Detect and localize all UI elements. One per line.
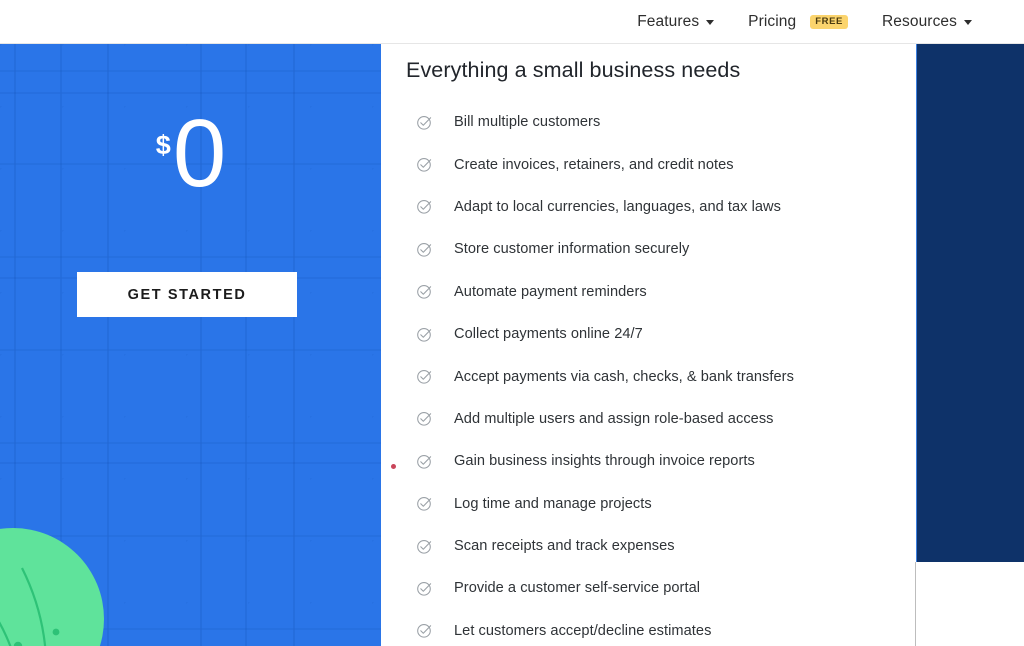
list-item: Add multiple users and assign role-based… bbox=[406, 398, 916, 440]
check-circle-icon bbox=[416, 368, 433, 385]
right-navy-panel bbox=[916, 44, 1024, 562]
list-item: Log time and manage projects bbox=[406, 483, 916, 525]
check-circle-icon bbox=[416, 283, 433, 300]
list-item: Bill multiple customers bbox=[406, 101, 916, 143]
check-circle-icon bbox=[416, 453, 433, 470]
list-item-label: Adapt to local currencies, languages, an… bbox=[454, 198, 781, 215]
leaf-contour-lines-icon bbox=[0, 567, 60, 646]
nav-item-features-label: Features bbox=[637, 12, 700, 30]
check-circle-icon bbox=[416, 622, 433, 639]
check-circle-icon bbox=[416, 580, 433, 597]
page-title: Everything a small business needs bbox=[406, 58, 741, 82]
list-item: Provide a customer self-service portal bbox=[406, 567, 916, 609]
nav-item-resources-label: Resources bbox=[882, 12, 957, 30]
list-item: Collect payments online 24/7 bbox=[406, 313, 916, 355]
list-item-label: Automate payment reminders bbox=[454, 283, 647, 300]
feature-list: Bill multiple customers Create invoices, … bbox=[406, 101, 916, 646]
nav-item-resources[interactable]: Resources bbox=[882, 14, 972, 30]
list-item: Scan receipts and track expenses bbox=[406, 525, 916, 567]
check-circle-icon bbox=[416, 495, 433, 512]
decorative-green-circle bbox=[0, 528, 104, 646]
features-section: Everything a small business needs Bill m… bbox=[381, 44, 916, 646]
check-circle-icon bbox=[416, 198, 433, 215]
list-item-label: Log time and manage projects bbox=[454, 495, 652, 512]
list-item: Let customers accept/decline estimates bbox=[406, 610, 916, 646]
list-item: Adapt to local currencies, languages, an… bbox=[406, 186, 916, 228]
list-item: Gain business insights through invoice r… bbox=[406, 440, 916, 482]
get-started-button[interactable]: GET STARTED bbox=[77, 272, 297, 317]
check-circle-icon bbox=[416, 410, 433, 427]
list-item-label: Provide a customer self-service portal bbox=[454, 580, 701, 597]
list-item: Create invoices, retainers, and credit n… bbox=[406, 143, 916, 185]
cursor-marker-dot bbox=[391, 464, 396, 469]
nav-item-features[interactable]: Features bbox=[637, 12, 715, 30]
list-item-label: Add multiple users and assign role-based… bbox=[454, 410, 774, 427]
list-item: Store customer information securely bbox=[406, 228, 916, 270]
list-item-label: Let customers accept/decline estimates bbox=[454, 622, 712, 639]
check-circle-icon bbox=[416, 114, 433, 131]
right-bottom-whitespace bbox=[915, 562, 1024, 646]
list-item-label: Accept payments via cash, checks, & bank… bbox=[454, 368, 794, 385]
check-circle-icon bbox=[416, 326, 433, 343]
check-circle-icon bbox=[416, 538, 433, 555]
currency-symbol: $ bbox=[155, 130, 171, 160]
list-item-label: Collect payments online 24/7 bbox=[454, 326, 643, 343]
list-item-label: Store customer information securely bbox=[454, 241, 690, 258]
check-circle-icon bbox=[416, 241, 433, 258]
main-navigation: Features Pricing FREE Resources bbox=[637, 14, 1024, 30]
check-circle-icon bbox=[416, 156, 433, 173]
nav-item-pricing[interactable]: Pricing FREE bbox=[748, 14, 848, 30]
page-root: Features Pricing FREE Resources $ 0 GET … bbox=[0, 0, 1024, 646]
pricing-panel: $ 0 GET STARTED bbox=[0, 44, 381, 646]
price-display: $ 0 bbox=[0, 100, 381, 207]
list-item-label: Create invoices, retainers, and credit n… bbox=[454, 156, 734, 173]
free-badge: FREE bbox=[810, 14, 848, 29]
list-item-label: Scan receipts and track expenses bbox=[454, 538, 675, 555]
chevron-down-icon bbox=[964, 20, 972, 25]
list-item-label: Bill multiple customers bbox=[454, 114, 601, 131]
price-amount: 0 bbox=[172, 100, 226, 207]
chevron-down-icon bbox=[706, 20, 715, 25]
list-item-label: Gain business insights through invoice r… bbox=[454, 453, 755, 470]
nav-item-pricing-label: Pricing bbox=[748, 12, 797, 30]
site-header: Features Pricing FREE Resources bbox=[0, 0, 1024, 44]
list-item: Automate payment reminders bbox=[406, 271, 916, 313]
list-item: Accept payments via cash, checks, & bank… bbox=[406, 355, 916, 397]
